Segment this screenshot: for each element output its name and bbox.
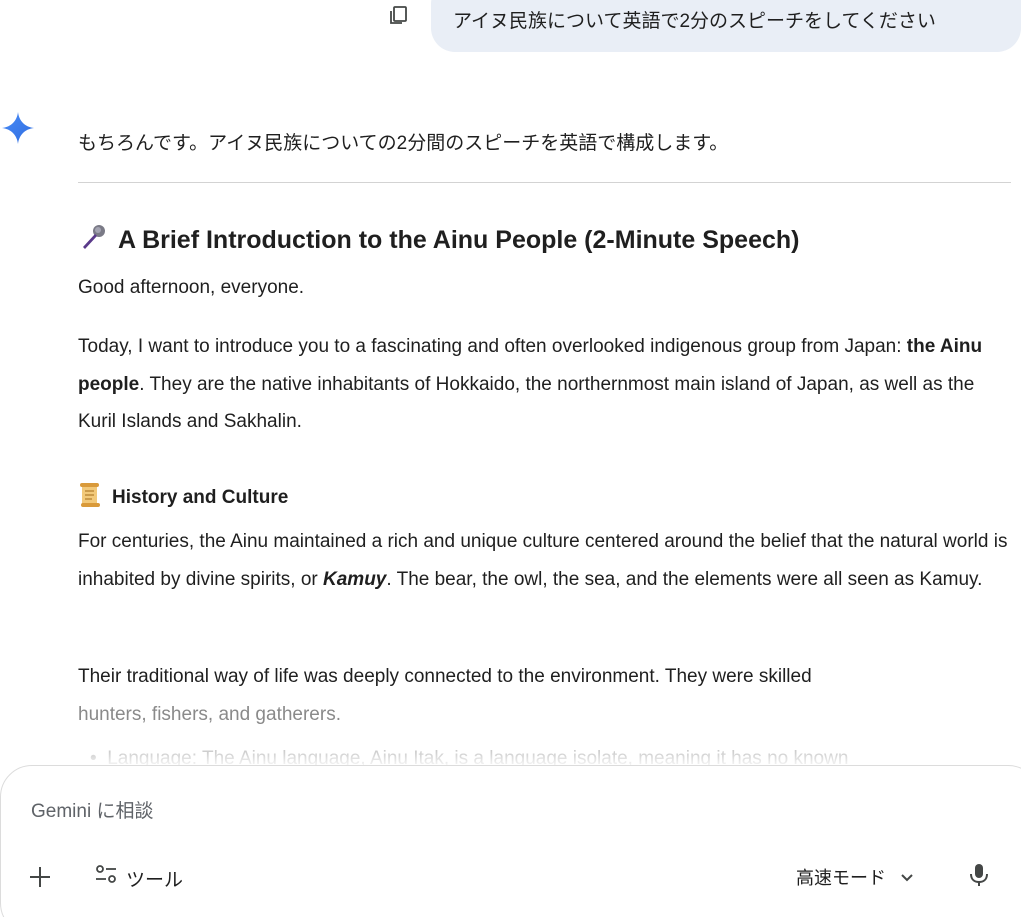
mode-selector[interactable]: 高速モード bbox=[796, 864, 914, 890]
microphone-button-icon[interactable] bbox=[967, 862, 991, 888]
tools-label: ツール bbox=[126, 869, 184, 891]
paragraph-intro-text-b: . They are the native inhabitants of Hok… bbox=[78, 373, 975, 433]
paragraph-history: For centuries, the Ainu maintained a ric… bbox=[78, 523, 1013, 598]
response-title: A Brief Introduction to the Ainu People … bbox=[78, 222, 799, 259]
prompt-input-box[interactable]: Gemini に相談 ツール 高速モード bbox=[0, 765, 1021, 917]
response-title-text: A Brief Introduction to the Ainu People … bbox=[118, 226, 800, 254]
user-message-bubble: アイヌ民族について英語で2分のスピーチをしてください bbox=[431, 0, 1021, 52]
add-button[interactable] bbox=[27, 864, 53, 890]
paragraph-history-text-b: . The bear, the owl, the sea, and the el… bbox=[386, 568, 983, 590]
gemini-spark-icon bbox=[0, 110, 36, 146]
section-heading: History and Culture bbox=[78, 482, 288, 514]
paragraph-lifestyle-text-a: Their traditional way of life was deeply… bbox=[78, 666, 812, 687]
copy-icon[interactable] bbox=[388, 4, 410, 26]
paragraph-intro-text-a: Today, I want to introduce you to a fasc… bbox=[78, 336, 907, 357]
divider bbox=[78, 182, 1011, 183]
chat-page: アイヌ民族について英語で2分のスピーチをしてください もちろんです。アイヌ民族に… bbox=[0, 0, 1021, 917]
paragraph-intro: Today, I want to introduce you to a fasc… bbox=[78, 328, 1013, 441]
chevron-down-icon bbox=[900, 867, 914, 888]
microphone-icon bbox=[78, 222, 108, 259]
user-message-text: アイヌ民族について英語で2分のスピーチをしてください bbox=[453, 11, 936, 32]
paragraph-lifestyle: Their traditional way of life was deeply… bbox=[78, 658, 1013, 733]
mode-label: 高速モード bbox=[796, 868, 886, 888]
prompt-input[interactable]: Gemini に相談 bbox=[31, 796, 153, 823]
scroll-icon bbox=[78, 482, 102, 514]
tools-icon bbox=[94, 864, 118, 892]
paragraph-history-emphasis: Kamuy bbox=[323, 568, 387, 590]
response-intro: もちろんです。アイヌ民族についての2分間のスピーチを英語で構成します。 bbox=[78, 133, 729, 154]
section-heading-text: History and Culture bbox=[112, 487, 289, 508]
paragraph-lifestyle-text-b: hunters, fishers, and gatherers. bbox=[78, 703, 341, 725]
greeting: Good afternoon, everyone. bbox=[78, 277, 305, 298]
tools-button[interactable]: ツール bbox=[94, 864, 183, 892]
